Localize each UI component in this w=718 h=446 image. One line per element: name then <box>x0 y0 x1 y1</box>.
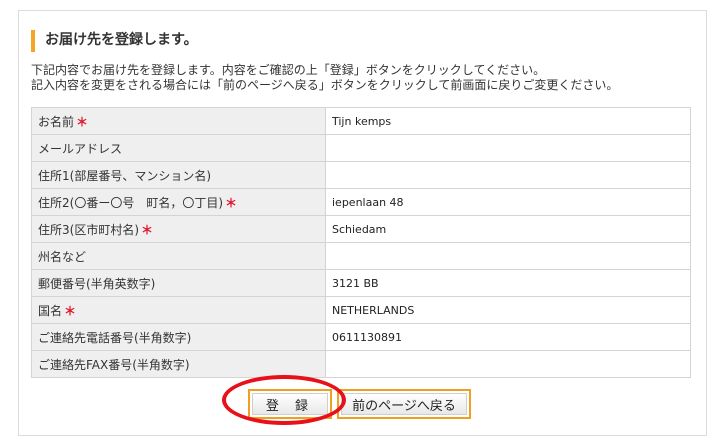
field-label-cell: お名前＊ <box>31 107 326 135</box>
field-label: 住所1(部屋番号、マンション名) <box>38 168 211 183</box>
table-row: 住所1(部屋番号、マンション名) <box>31 161 691 189</box>
field-value: 3121 BB <box>325 269 691 297</box>
required-mark: ＊ <box>64 303 77 318</box>
address-confirm-table: お名前＊ Tijn kemps メールアドレス 住所1(部屋番号、マンション名) 住所2… <box>31 107 691 378</box>
field-label: 郵便番号(半角英数字) <box>38 276 156 291</box>
field-value: 0611130891 <box>325 323 691 351</box>
field-value: iepenlaan 48 <box>325 188 691 216</box>
field-value <box>325 350 691 378</box>
field-label-cell: 国名＊ <box>31 296 326 324</box>
back-button[interactable]: 前のページへ戻る <box>337 389 471 419</box>
table-row: ご連絡先FAX番号(半角数字) <box>31 350 691 378</box>
field-value <box>325 161 691 189</box>
field-value: NETHERLANDS <box>325 296 691 324</box>
section-heading: お届け先を登録します。 <box>31 30 198 52</box>
field-label-cell: ご連絡先電話番号(半角数字) <box>31 323 326 351</box>
back-button-label: 前のページへ戻る <box>341 393 467 415</box>
table-row: 州名など <box>31 242 691 270</box>
field-label-cell: メールアドレス <box>31 134 326 162</box>
table-row: 住所2(〇番ー〇号 町名，〇丁目) ＊ iepenlaan 48 <box>31 188 691 216</box>
field-label-cell: 郵便番号(半角英数字) <box>31 269 326 297</box>
field-value: Tijn kemps <box>325 107 691 135</box>
table-row: 郵便番号(半角英数字) 3121 BB <box>31 269 691 297</box>
field-label-cell: 住所1(部屋番号、マンション名) <box>31 161 326 189</box>
required-mark: ＊ <box>141 222 154 237</box>
required-mark: ＊ <box>225 195 238 210</box>
field-value: Schiedam <box>325 215 691 243</box>
instruction-line-2: 記入内容を変更をされる場合には「前のページへ戻る」ボタンをクリックして前画面に戻… <box>31 78 619 92</box>
field-label: 住所2(〇番ー〇号 町名，〇丁目) <box>38 195 223 210</box>
field-label-cell: ご連絡先FAX番号(半角数字) <box>31 350 326 378</box>
field-label-cell: 州名など <box>31 242 326 270</box>
table-row: 住所3(区市町村名) ＊ Schiedam <box>31 215 691 243</box>
register-button-label: 登 録 <box>252 393 328 415</box>
field-label: お名前 <box>38 114 75 129</box>
table-row: ご連絡先電話番号(半角数字) 0611130891 <box>31 323 691 351</box>
table-row: メールアドレス <box>31 134 691 162</box>
table-row: 国名＊ NETHERLANDS <box>31 296 691 324</box>
instructions: 下記内容でお届け先を登録します。内容をご確認の上「登録」ボタンをクリックしてくだ… <box>31 63 691 93</box>
field-label: メールアドレス <box>38 141 123 156</box>
required-mark: ＊ <box>76 114 89 129</box>
field-value <box>325 242 691 270</box>
register-button[interactable]: 登 録 <box>248 389 332 419</box>
field-label-cell: 住所3(区市町村名) ＊ <box>31 215 326 243</box>
field-label: 州名など <box>38 249 87 264</box>
field-label: 国名 <box>38 303 63 318</box>
field-label: ご連絡先FAX番号(半角数字) <box>38 357 190 372</box>
field-value <box>325 134 691 162</box>
instruction-line-1: 下記内容でお届け先を登録します。内容をご確認の上「登録」ボタンをクリックしてくだ… <box>31 63 546 77</box>
field-label: ご連絡先電話番号(半角数字) <box>38 330 192 345</box>
table-row: お名前＊ Tijn kemps <box>31 107 691 135</box>
field-label: 住所3(区市町村名) <box>38 222 139 237</box>
field-label-cell: 住所2(〇番ー〇号 町名，〇丁目) ＊ <box>31 188 326 216</box>
